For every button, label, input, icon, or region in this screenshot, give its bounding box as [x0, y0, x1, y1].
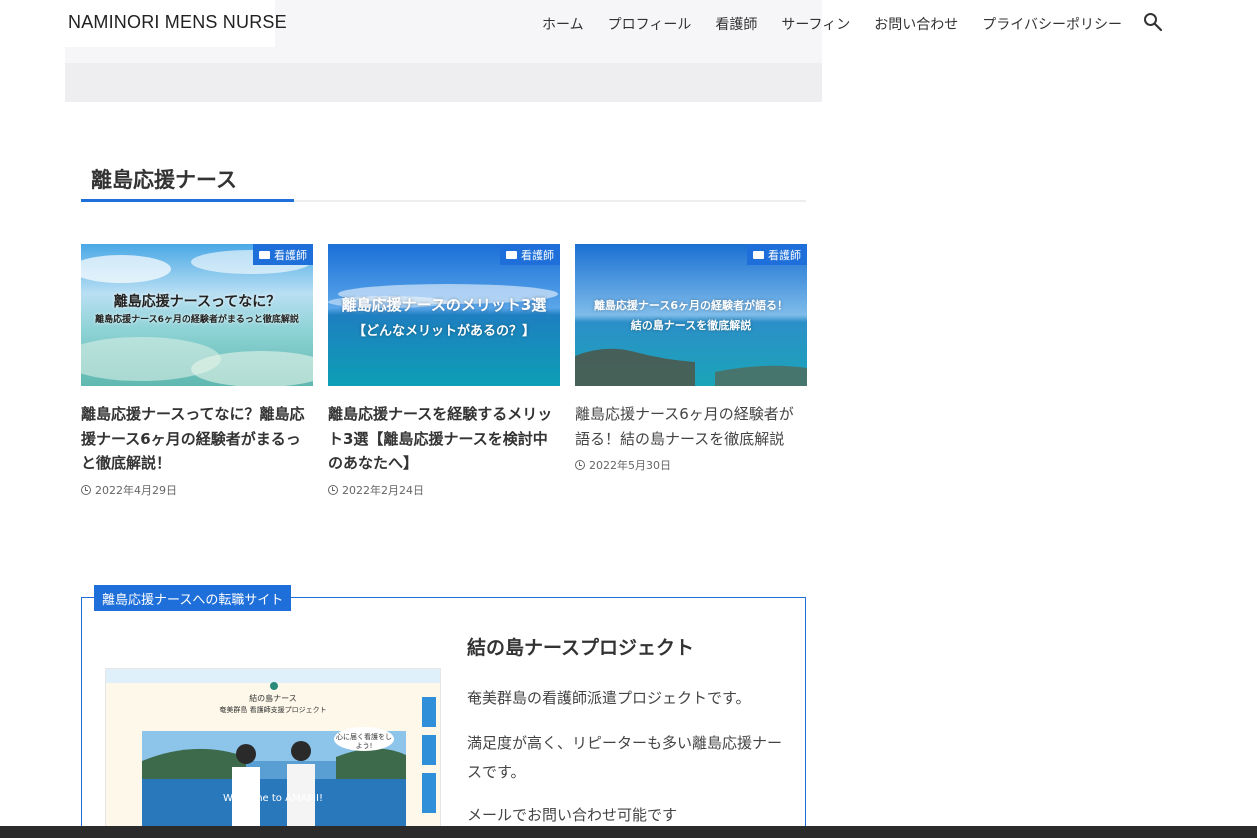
taskbar	[0, 826, 1257, 838]
article-title[interactable]: 離島応援ナースってなに？離島応援ナース6ヶ月の経験者がまるっと徹底解説！	[81, 402, 313, 476]
nav-item-contact[interactable]: お問い合わせ	[874, 14, 958, 34]
thumbnail-caption: 離島応援ナースのメリット3選	[341, 296, 547, 314]
nav-item-privacy[interactable]: プライバシーポリシー	[982, 14, 1122, 34]
folder-icon	[259, 251, 270, 259]
search-icon[interactable]	[1143, 12, 1163, 32]
site-screenshot-title: 結の島ナース	[249, 694, 297, 703]
thumbnail-subcaption: 離島応援ナース6ヶ月の経験者がまるっと徹底解説	[95, 315, 299, 325]
folder-icon	[506, 251, 517, 259]
site-screenshot-subtitle: 奄美群島 看護師支援プロジェクト	[219, 706, 327, 714]
category-badge[interactable]: 看護師	[747, 244, 807, 265]
article-card[interactable]: 看護師 離島応援ナースのメリット3選 【どんなメリットがあるの？】 離島応援ナー…	[328, 244, 560, 498]
section-title: 離島応援ナース	[91, 168, 237, 192]
article-card[interactable]: 看護師 離島応援ナースってなに？ 離島応援ナース6ヶ月の経験者がまるっと徹底解説…	[81, 244, 313, 498]
article-thumbnail[interactable]: 看護師 離島応援ナース6ヶ月の経験者が語る！ 結の島ナースを徹底解説	[575, 244, 807, 386]
box-paragraph: 奄美群島の看護師派遣プロジェクトです。	[467, 689, 751, 707]
section-divider-accent	[81, 199, 294, 202]
clock-icon	[328, 484, 338, 495]
nav-item-surfing[interactable]: サーフィン	[781, 14, 850, 34]
folder-icon	[753, 251, 764, 259]
thumbnail-caption: 離島応援ナースってなに？	[113, 294, 281, 310]
article-thumbnail[interactable]: 看護師 離島応援ナースってなに？ 離島応援ナース6ヶ月の経験者がまるっと徹底解説	[81, 244, 313, 386]
main-nav: ホーム プロフィール 看護師 サーフィン お問い合わせ プライバシーポリシー	[542, 14, 1146, 34]
thumbnail-subcaption: 【どんなメリットがあるの？】	[352, 324, 535, 339]
category-badge[interactable]: 看護師	[253, 244, 313, 265]
article-title[interactable]: 離島応援ナースを経験するメリット3選【離島応援ナースを検討中のあなたへ】	[328, 402, 560, 476]
nav-item-home[interactable]: ホーム	[542, 14, 584, 34]
clock-icon	[575, 460, 585, 470]
box-heading[interactable]: 結の島ナースプロジェクト	[467, 633, 694, 660]
top-content-band	[65, 63, 822, 102]
article-card[interactable]: 看護師 離島応援ナース6ヶ月の経験者が語る！ 結の島ナースを徹底解説 離島応援ナ…	[575, 244, 807, 473]
article-date: 2022年2月24日	[328, 482, 560, 498]
site-screenshot[interactable]: 結の島ナース 奄美群島 看護師支援プロジェクト 心に届く看護をしよう! Welc…	[105, 668, 441, 838]
thumbnail-image	[328, 244, 560, 386]
nav-item-nurse[interactable]: 看護師	[715, 14, 757, 34]
article-title[interactable]: 離島応援ナース6ヶ月の経験者が語る！結の島ナースを徹底解説	[575, 402, 807, 451]
box-paragraph: 満足度が高く、リピーターも多い離島応援ナースです。	[467, 734, 783, 781]
thumbnail-image	[575, 244, 807, 386]
site-screenshot-welcome: Welcome to AMAMI!	[222, 793, 324, 804]
article-date: 2022年5月30日	[575, 457, 807, 473]
site-header: NAMINORI MENS NURSE ホーム プロフィール 看護師 サーフィン…	[0, 0, 1257, 48]
thumbnail-caption: 離島応援ナース6ヶ月の経験者が語る！	[593, 299, 789, 312]
article-date: 2022年4月29日	[81, 482, 313, 498]
box-label: 離島応援ナースへの転職サイト	[94, 585, 292, 611]
article-thumbnail[interactable]: 看護師 離島応援ナースのメリット3選 【どんなメリットがあるの？】	[328, 244, 560, 386]
category-badge[interactable]: 看護師	[500, 244, 560, 265]
site-logo[interactable]: NAMINORI MENS NURSE	[68, 12, 287, 33]
site-screenshot-bubble: 心に届く看護をしよう!	[336, 733, 392, 750]
thumbnail-subcaption: 結の島ナースを徹底解説	[630, 319, 752, 332]
clock-icon	[81, 484, 91, 495]
nav-item-profile[interactable]: プロフィール	[608, 14, 692, 34]
